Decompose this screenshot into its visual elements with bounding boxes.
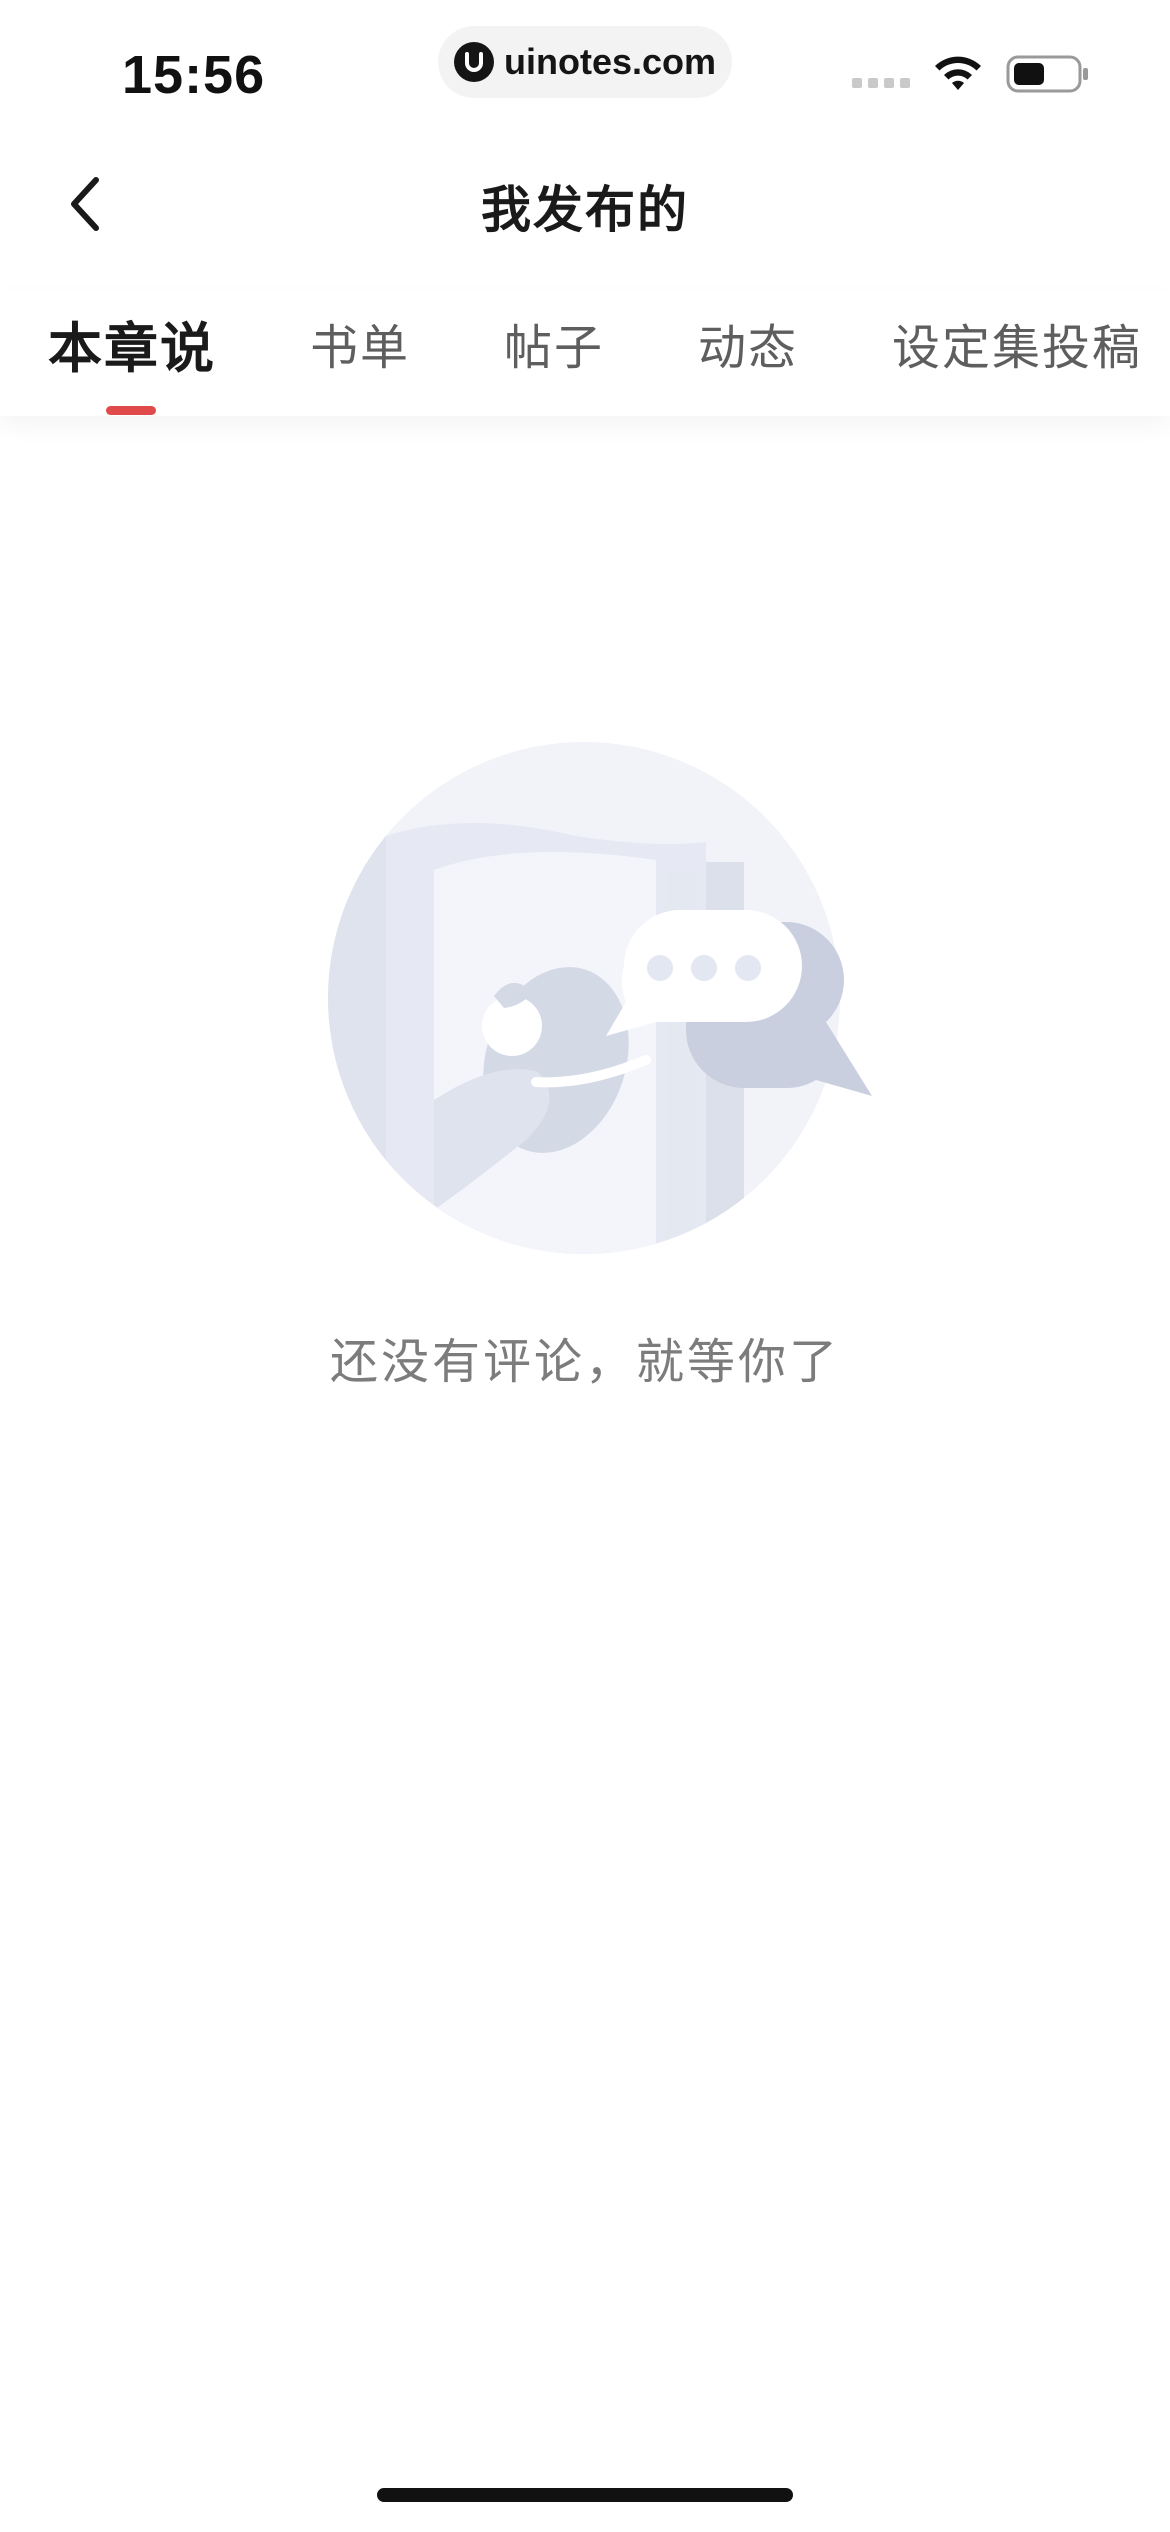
- page-title: 我发布的: [481, 181, 689, 239]
- active-tab-indicator: [106, 406, 156, 415]
- tab-shedingji-tougao[interactable]: 设定集投稿: [892, 308, 1142, 378]
- status-bar: 15:56 uinotes.com: [0, 0, 1170, 140]
- url-text: uinotes.com: [503, 41, 717, 82]
- status-time: 15:56: [122, 45, 266, 105]
- tab-bar: 本章说 书单 帖子 动态 设定集投稿: [0, 290, 1170, 416]
- url-pill[interactable]: uinotes.com: [438, 26, 732, 98]
- site-logo-icon: [453, 42, 494, 82]
- empty-state-illustration: [326, 740, 876, 1260]
- tab-tiezi[interactable]: 帖子: [504, 308, 604, 378]
- cellular-signal-icon: [852, 78, 910, 88]
- book-chat-illustration-icon: [328, 742, 872, 1254]
- status-indicators: [852, 54, 1090, 94]
- tab-dongtai[interactable]: 动态: [698, 308, 798, 378]
- tab-benzhangshuo[interactable]: 本章说: [48, 304, 216, 383]
- battery-icon: [1006, 55, 1088, 93]
- navigation-bar: 我发布的: [0, 140, 1170, 272]
- tab-shudan[interactable]: 书单: [310, 308, 410, 378]
- home-indicator[interactable]: [377, 2488, 793, 2502]
- empty-state-message: 还没有评论，就等你了: [329, 1334, 840, 1390]
- wifi-icon: [935, 56, 981, 90]
